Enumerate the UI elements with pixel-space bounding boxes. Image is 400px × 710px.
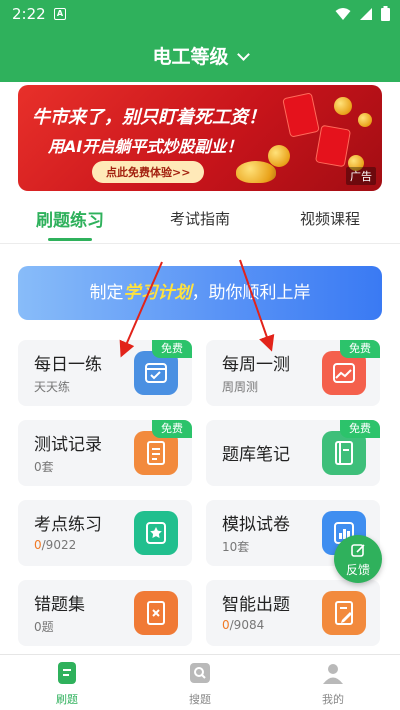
wifi-icon <box>335 7 351 20</box>
nav-label: 我的 <box>322 693 344 706</box>
card-title: 智能出题 <box>222 595 290 615</box>
gold-coin-decoration <box>334 97 352 115</box>
progress-done: 0 <box>222 618 230 632</box>
bottom-nav: 刷题 搜题 我的 <box>0 654 400 710</box>
wrong-document-icon <box>134 591 178 635</box>
tab-video-courses[interactable]: 视频课程 <box>300 208 360 229</box>
status-bar: 2:22 A <box>0 0 400 28</box>
nav-item-profile[interactable]: 我的 <box>303 661 363 707</box>
card-test-records[interactable]: 测试记录 0套 免费 <box>18 420 192 486</box>
edit-document-icon <box>322 591 366 635</box>
study-plan-banner[interactable]: 制定学习计划，助你顺利上岸 <box>18 266 382 320</box>
card-title: 测试记录 <box>34 435 102 455</box>
nav-label: 刷题 <box>56 693 78 706</box>
star-document-icon <box>134 511 178 555</box>
chevron-down-icon <box>236 48 250 61</box>
ad-cta-button[interactable]: 点此免费体验>> <box>92 161 205 183</box>
card-title: 模拟试卷 <box>222 515 290 535</box>
card-progress: 0/9084 <box>222 618 264 632</box>
tab-practice[interactable]: 刷题练习 <box>36 206 104 231</box>
card-title: 考点练习 <box>34 515 102 535</box>
user-icon <box>323 664 343 684</box>
plan-suffix: ，助你顺利上岸 <box>191 283 311 303</box>
gold-ingot-decoration <box>236 161 276 183</box>
notification-icon: A <box>54 8 66 20</box>
card-title: 每周一测 <box>222 355 290 375</box>
active-tab-indicator <box>48 238 92 241</box>
ad-subline: 用AI开启躺平式炒股副业！ <box>48 137 243 156</box>
card-subtitle: 0题 <box>34 620 54 634</box>
feedback-label: 反馈 <box>345 563 370 577</box>
battery-icon <box>381 6 390 21</box>
progress-total: /9084 <box>229 618 265 632</box>
search-icon <box>190 663 210 683</box>
gold-coin-decoration <box>358 113 372 127</box>
nav-item-practice[interactable]: 刷题 <box>37 661 97 707</box>
page-title: 电工等级 <box>152 46 229 68</box>
tab-exam-guide[interactable]: 考试指南 <box>170 208 230 229</box>
free-badge: 免费 <box>340 340 380 358</box>
card-title: 每日一练 <box>34 355 102 375</box>
status-time: 2:22 <box>12 5 46 23</box>
free-badge: 免费 <box>340 420 380 438</box>
plan-prefix: 制定 <box>89 283 124 303</box>
card-subtitle: 天天练 <box>34 380 71 394</box>
red-envelope-decoration <box>314 124 352 168</box>
free-badge: 免费 <box>152 340 192 358</box>
ad-label: 广告 <box>346 167 376 185</box>
ad-banner[interactable]: 牛市来了，别只盯着死工资！ 用AI开启躺平式炒股副业！ 点此免费体验>> 广告 <box>18 85 382 191</box>
nav-label: 搜题 <box>189 693 211 706</box>
exam-selector[interactable]: 电工等级 <box>0 42 400 69</box>
app-header: 电工等级 <box>0 28 400 82</box>
nav-item-search[interactable]: 搜题 <box>170 661 230 707</box>
card-wrong-questions[interactable]: 错题集 0题 <box>18 580 192 646</box>
feedback-button[interactable]: 反馈 <box>334 535 382 583</box>
card-subtitle: 0套 <box>34 460 54 474</box>
ad-headline: 牛市来了，别只盯着死工资！ <box>32 107 266 128</box>
gold-coin-decoration <box>268 145 290 167</box>
card-title: 题库笔记 <box>222 445 290 465</box>
card-title: 错题集 <box>34 595 85 615</box>
card-subtitle: 10套 <box>222 540 250 554</box>
card-daily-practice[interactable]: 每日一练 天天练 免费 <box>18 340 192 406</box>
red-envelope-decoration <box>282 92 320 138</box>
card-subtitle: 周周测 <box>222 380 259 394</box>
card-key-points-practice[interactable]: 考点练习 0/9022 <box>18 500 192 566</box>
document-icon <box>58 662 76 684</box>
card-weekly-test[interactable]: 每周一测 周周测 免费 <box>206 340 380 406</box>
signal-icon <box>360 7 372 20</box>
feedback-icon <box>351 544 365 557</box>
plan-highlight: 学习计划 <box>123 283 192 303</box>
progress-done: 0 <box>34 538 42 552</box>
card-smart-questions[interactable]: 智能出题 0/9084 <box>206 580 380 646</box>
system-icons <box>335 6 390 21</box>
progress-total: /9022 <box>41 538 77 552</box>
free-badge: 免费 <box>152 420 192 438</box>
card-question-notes[interactable]: 题库笔记 免费 <box>206 420 380 486</box>
card-progress: 0/9022 <box>34 538 76 552</box>
category-tabs: 刷题练习 考试指南 视频课程 <box>0 198 400 244</box>
